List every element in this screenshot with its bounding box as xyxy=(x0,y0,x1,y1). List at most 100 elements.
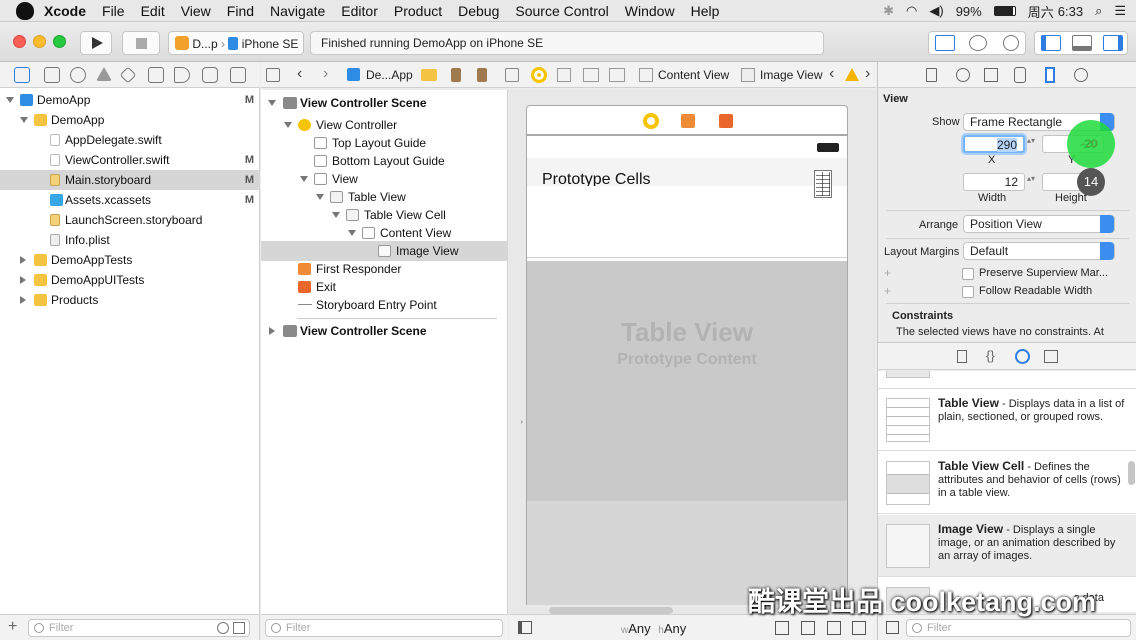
library-item-partial[interactable] xyxy=(878,371,1136,389)
outline-filter-input[interactable]: Filter xyxy=(265,619,503,637)
folder-crumb-icon[interactable] xyxy=(421,69,437,81)
disclosure-closed-icon[interactable] xyxy=(20,296,26,304)
attributes-inspector-icon[interactable] xyxy=(1014,67,1026,83)
recent-files-icon[interactable] xyxy=(217,622,229,634)
navigator-options-icon[interactable] xyxy=(230,67,246,83)
media-library-icon[interactable] xyxy=(1044,350,1058,363)
next-issue-icon[interactable]: › xyxy=(865,65,870,83)
outline-row-scene[interactable]: View Controller Scene xyxy=(261,321,508,341)
disclosure-open-icon[interactable] xyxy=(300,176,308,182)
utilities-toggle-icon[interactable] xyxy=(1103,35,1123,51)
quick-help-icon[interactable] xyxy=(956,68,970,82)
menu-file[interactable]: File xyxy=(102,3,125,19)
library-scrollbar[interactable] xyxy=(1128,461,1135,485)
menu-find[interactable]: Find xyxy=(227,3,254,19)
library-item-image-view[interactable]: Image View - Displays a single image, or… xyxy=(878,515,1136,577)
code-snippet-library-icon[interactable]: {} xyxy=(986,348,995,363)
clock-day[interactable]: 周六 xyxy=(1028,2,1054,21)
file-crumb-icon[interactable] xyxy=(477,68,487,82)
spotlight-icon[interactable]: ⌕ xyxy=(1095,3,1102,19)
menu-editor[interactable]: Editor xyxy=(341,3,378,19)
menu-product[interactable]: Product xyxy=(394,3,442,19)
first-responder-dock-icon[interactable] xyxy=(681,114,695,128)
disclosure-closed-icon[interactable] xyxy=(269,327,275,335)
disclosure-closed-icon[interactable] xyxy=(20,256,26,264)
view-crumb-icon[interactable] xyxy=(557,68,571,82)
notification-center-icon[interactable]: ☰ xyxy=(1114,3,1126,19)
outline-row-table-view[interactable]: Table View xyxy=(261,187,508,207)
canvas-horizontal-scrollbar[interactable] xyxy=(549,607,673,614)
jump-crumb-image-view[interactable]: Image View xyxy=(760,68,822,82)
previous-issue-icon[interactable]: ‹ xyxy=(829,65,834,83)
iphone-scene[interactable]: Prototype Cells Table View Prototype Con… xyxy=(526,135,848,605)
file-inspector-icon[interactable] xyxy=(926,68,937,82)
identity-inspector-icon[interactable] xyxy=(984,68,998,82)
navigator-filter-input[interactable]: Filter xyxy=(28,619,250,637)
add-icon[interactable]: + xyxy=(8,618,17,636)
warning-icon[interactable] xyxy=(845,68,859,81)
outline-row-first-responder[interactable]: First Responder xyxy=(261,259,508,279)
library-item-table-view-cell[interactable]: Table View Cell - Defines the attributes… xyxy=(878,452,1136,514)
navigator-toggle-icon[interactable] xyxy=(1041,35,1061,51)
outline-row-view[interactable]: View xyxy=(261,169,508,189)
back-icon[interactable]: ‹ xyxy=(297,65,302,83)
connections-inspector-icon[interactable] xyxy=(1074,68,1088,82)
menu-help[interactable]: Help xyxy=(691,3,720,19)
table-cell-crumb-icon[interactable] xyxy=(609,68,625,82)
content-view-crumb-icon[interactable] xyxy=(639,68,653,82)
exit-dock-icon[interactable] xyxy=(719,114,733,128)
width-stepper[interactable]: ▴▾ xyxy=(1027,175,1035,183)
width-field[interactable]: 12 xyxy=(963,173,1025,191)
tree-row-file[interactable]: ViewController.swift M xyxy=(0,150,260,170)
library-filter-input[interactable]: Filter xyxy=(906,619,1131,637)
menu-app[interactable]: Xcode xyxy=(44,3,86,19)
scheme-selector[interactable]: D...p › iPhone SE xyxy=(168,31,304,55)
battery-percent[interactable]: 99% xyxy=(956,4,982,19)
disclosure-open-icon[interactable] xyxy=(316,194,324,200)
menu-source-control[interactable]: Source Control xyxy=(515,3,608,19)
size-class-selector[interactable]: wAny hAny xyxy=(621,621,686,636)
run-button[interactable] xyxy=(80,31,112,55)
layout-margins-popup[interactable]: Default xyxy=(963,242,1115,260)
volume-icon[interactable]: ◀) xyxy=(929,3,943,19)
menu-debug[interactable]: Debug xyxy=(458,3,499,19)
size-inspector-icon[interactable] xyxy=(1045,67,1055,83)
disclosure-open-icon[interactable] xyxy=(332,212,340,218)
disclosure-closed-icon[interactable] xyxy=(20,276,26,284)
view-controller-crumb-icon[interactable] xyxy=(531,67,547,83)
clock-time[interactable]: 6:33 xyxy=(1058,4,1083,19)
file-template-library-icon[interactable] xyxy=(957,350,967,363)
x-stepper[interactable]: ▴▾ xyxy=(1027,137,1035,153)
disclosure-open-icon[interactable] xyxy=(284,122,292,128)
test-navigator-icon[interactable] xyxy=(119,66,137,84)
file-crumb-icon[interactable] xyxy=(451,68,461,82)
outline-row-content-view[interactable]: Content View xyxy=(261,223,508,243)
standard-editor-icon[interactable] xyxy=(935,35,955,51)
related-items-icon[interactable] xyxy=(266,68,280,82)
tree-row-file[interactable]: LaunchScreen.storyboard xyxy=(0,210,260,230)
minimize-window-button[interactable] xyxy=(33,35,46,48)
outline-row-table-view-cell[interactable]: Table View Cell xyxy=(261,205,508,225)
document-outline-toggle-icon[interactable] xyxy=(518,621,532,634)
report-navigator-icon[interactable] xyxy=(202,67,218,83)
table-view-crumb-icon[interactable] xyxy=(583,68,599,82)
disclosure-open-icon[interactable] xyxy=(6,97,14,103)
align-icon[interactable] xyxy=(801,621,815,635)
find-navigator-icon[interactable] xyxy=(70,67,86,83)
menu-view[interactable]: View xyxy=(181,3,211,19)
follow-readable-width-checkbox[interactable] xyxy=(962,286,974,298)
pin-icon[interactable] xyxy=(827,621,841,635)
add-variation-icon[interactable]: + xyxy=(884,284,891,298)
library-item-table-view[interactable]: Table View - Displays data in a list of … xyxy=(878,389,1136,451)
arrange-popup[interactable]: Position View xyxy=(963,215,1115,233)
disclosure-open-icon[interactable] xyxy=(20,117,28,123)
tree-row-file[interactable]: Info.plist xyxy=(0,230,260,250)
tree-row-group[interactable]: DemoAppTests xyxy=(0,250,260,270)
tree-row-project[interactable]: DemoApp M xyxy=(0,90,260,110)
outline-row-image-view-selected[interactable]: Image View xyxy=(261,241,508,261)
jump-crumb-project[interactable]: De...App xyxy=(366,68,413,82)
stop-button[interactable] xyxy=(122,31,160,55)
preserve-superview-margins-checkbox[interactable] xyxy=(962,268,974,280)
bluetooth-icon[interactable]: ✱ xyxy=(883,3,894,19)
grid-view-icon[interactable] xyxy=(886,621,899,634)
